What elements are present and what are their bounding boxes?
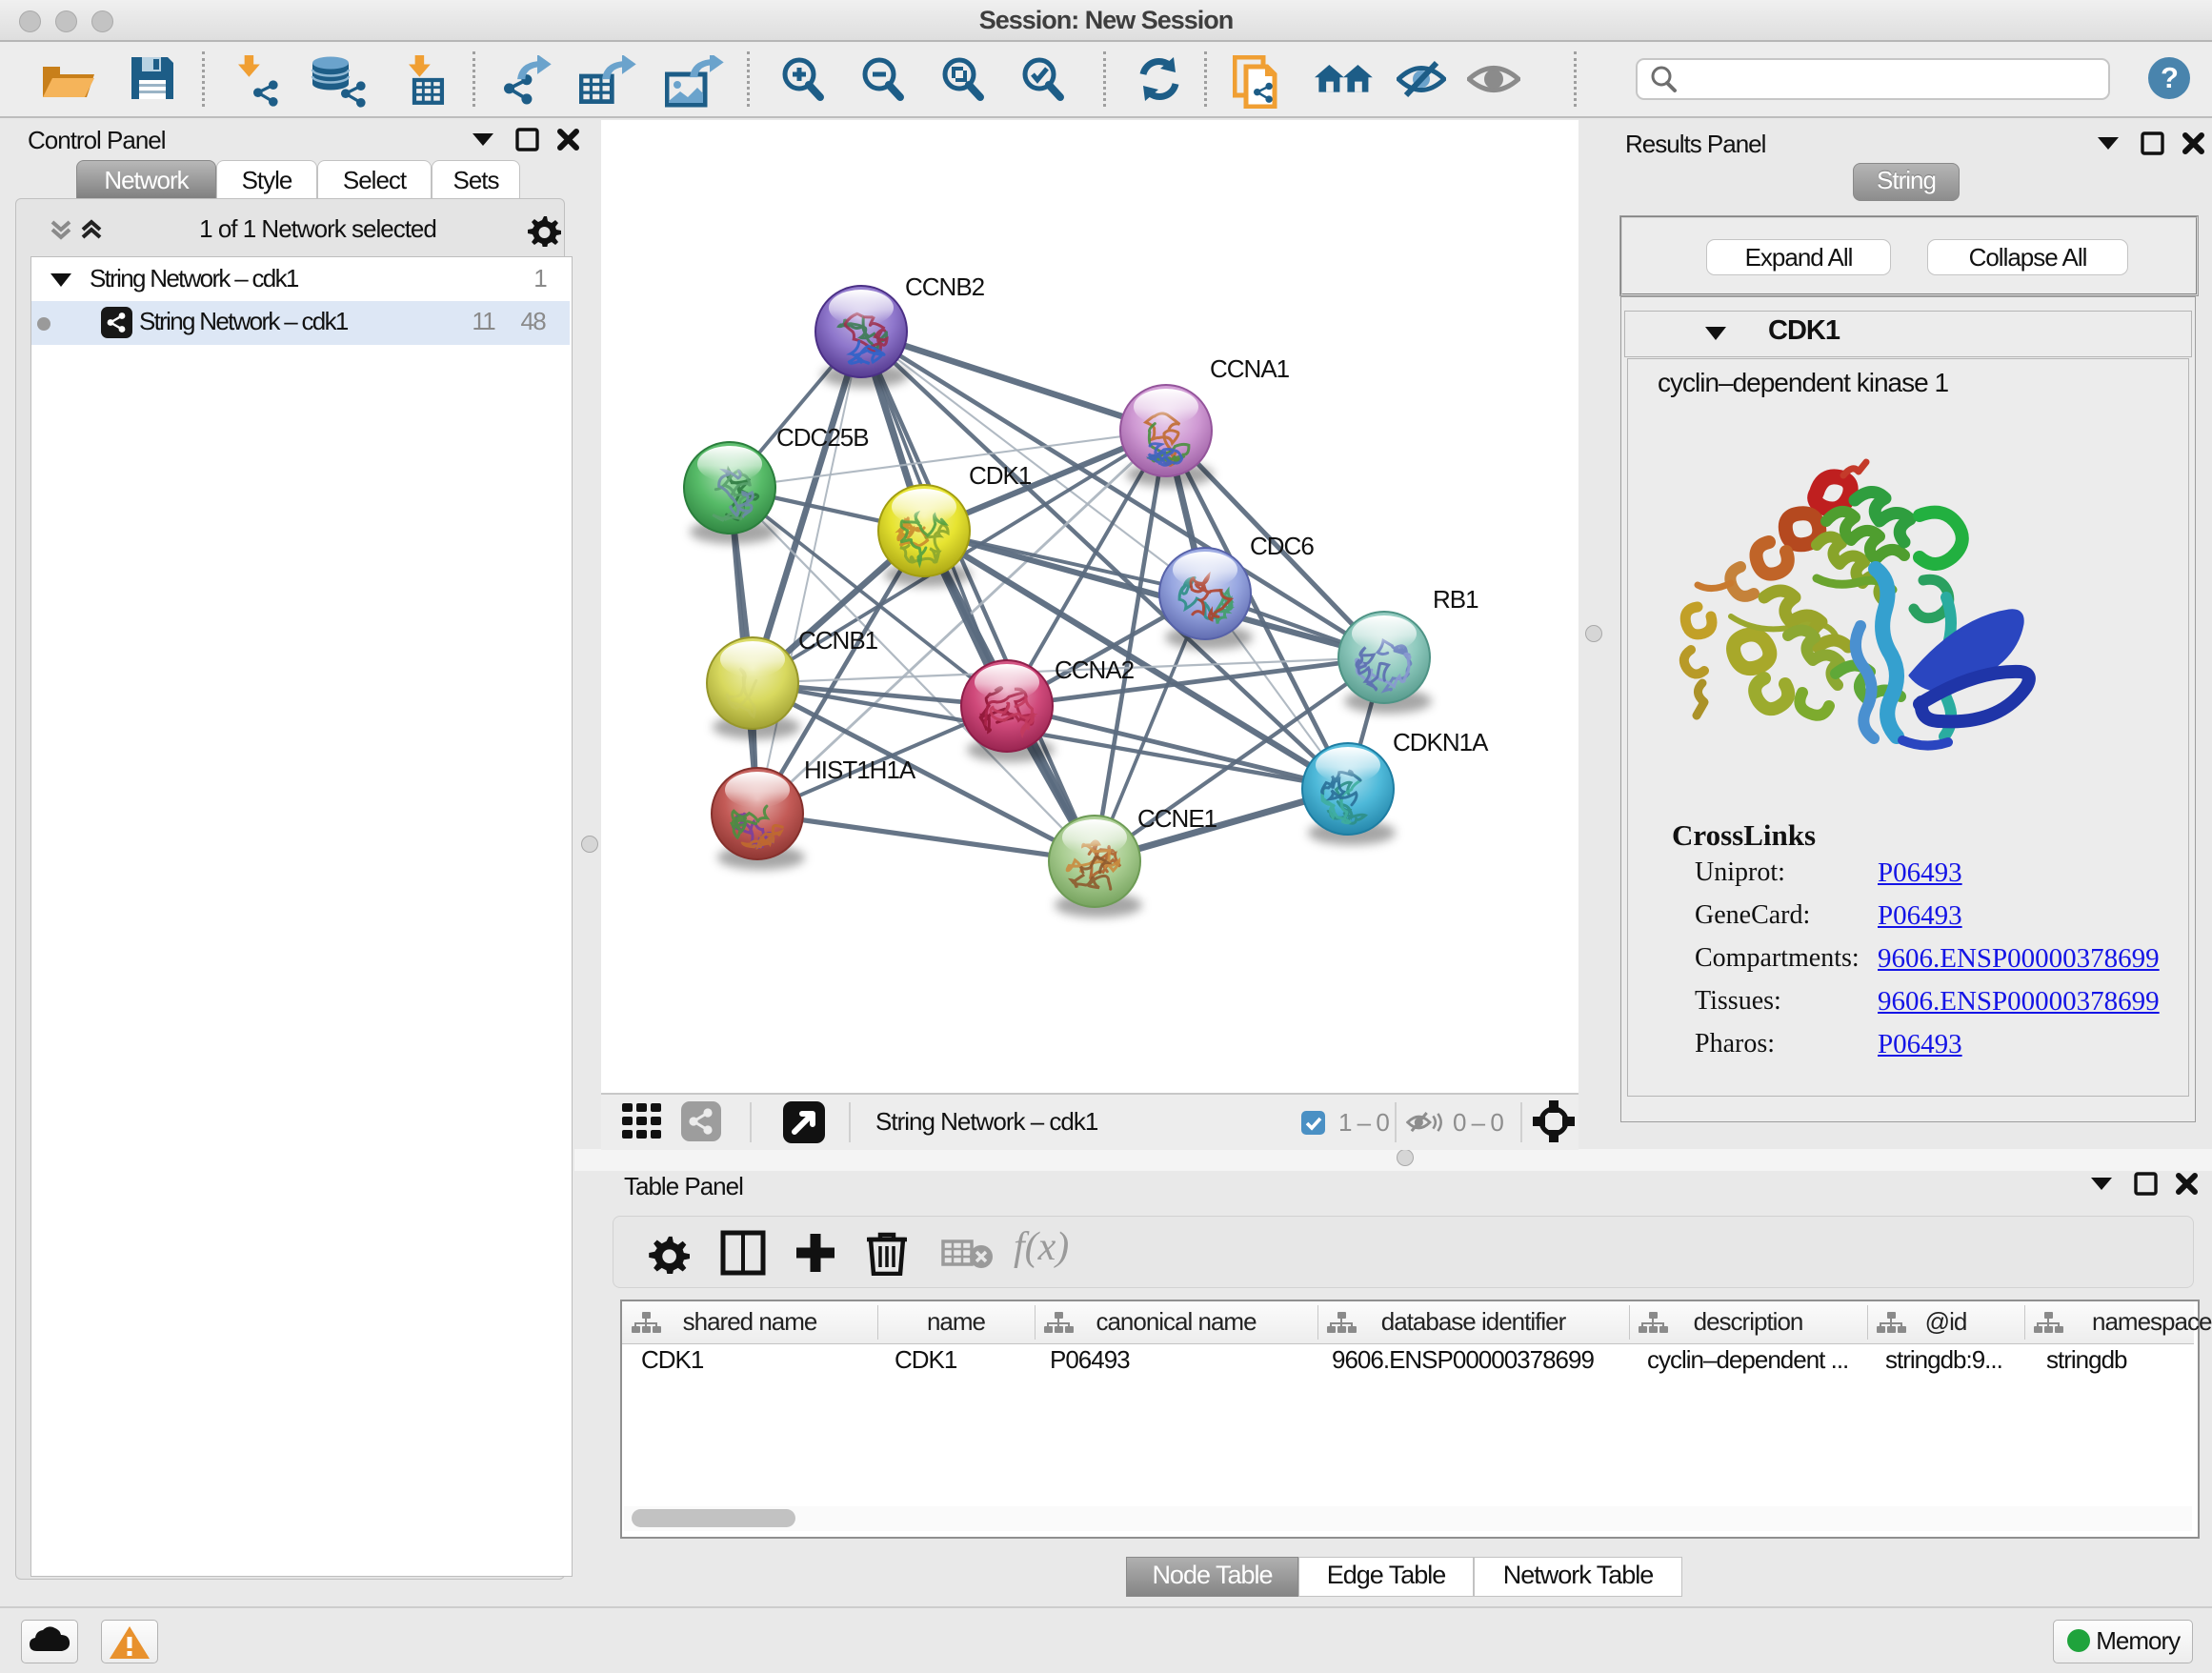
svg-text:HIST1H1A: HIST1H1A	[804, 756, 916, 784]
svg-text:CCNB2: CCNB2	[905, 272, 985, 301]
svg-text:CCNB1: CCNB1	[798, 626, 878, 655]
svg-text:CDK1: CDK1	[969, 461, 1032, 490]
svg-text:RB1: RB1	[1433, 585, 1478, 614]
svg-text:CDC6: CDC6	[1250, 532, 1314, 560]
svg-text:CCNA1: CCNA1	[1210, 354, 1290, 383]
svg-text:CDC25B: CDC25B	[776, 423, 869, 452]
svg-text:CDKN1A: CDKN1A	[1393, 728, 1489, 756]
svg-text:CCNA2: CCNA2	[1055, 655, 1135, 684]
svg-text:CCNE1: CCNE1	[1137, 804, 1217, 833]
